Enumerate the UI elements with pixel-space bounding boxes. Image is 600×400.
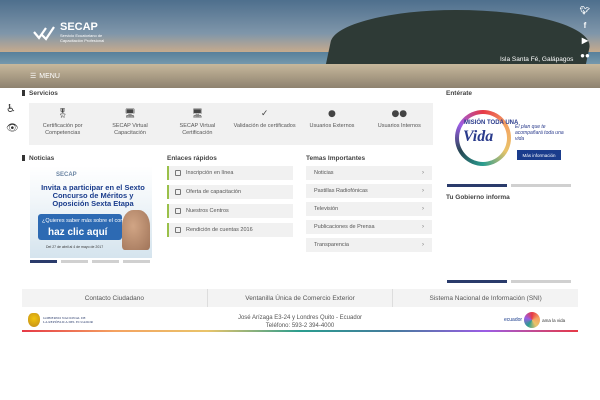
banner-brand: SECAP: [56, 172, 77, 178]
carousel-dot[interactable]: [447, 280, 507, 283]
banner-cta[interactable]: haz clic aquí: [48, 227, 107, 238]
quick-link[interactable]: Oferta de capacitación: [167, 185, 293, 199]
youtube-icon[interactable]: ▶: [582, 36, 588, 45]
service-certificacion[interactable]: 🎖︎ Certificación por Competencias: [29, 103, 96, 145]
service-label: Usuarios Internos: [377, 123, 421, 129]
service-validacion[interactable]: ✓ Validación de certificados: [231, 103, 298, 145]
building-icon: [175, 208, 181, 214]
news-banner[interactable]: SECAP Invita a participar en el Sexto Co…: [30, 166, 152, 258]
quick-link[interactable]: Nuestros Centros: [167, 204, 293, 218]
mision-big-text: Vida: [463, 128, 494, 145]
service-virtual-certificacion[interactable]: 🖥︎ SECAP Virtual Certificación: [164, 103, 231, 145]
social-links: 🐦︎ f ▶ ●●: [575, 6, 595, 60]
facebook-icon[interactable]: f: [584, 21, 587, 30]
topic-item[interactable]: Televisión ›: [306, 202, 432, 216]
carousel-dot[interactable]: [30, 260, 57, 263]
contacto-ciudadano-link[interactable]: Contacto Ciudadano: [22, 289, 208, 307]
quick-link[interactable]: Inscripción en línea: [167, 166, 293, 180]
certificate-icon: 🎖︎: [56, 109, 69, 119]
accessibility-tools: ♿︎ 👁︎: [6, 102, 19, 134]
quick-links-heading: Enlaces rápidos: [167, 155, 217, 162]
brand-name: SECAP: [60, 21, 98, 33]
form-icon: [175, 170, 181, 176]
topics-heading: Temas Importantes: [306, 155, 366, 162]
footer-address: José Arízaga E3-24 y Londres Quito - Ecu…: [237, 315, 363, 329]
carousel-dot[interactable]: [511, 280, 571, 283]
chevron-right-icon: ›: [422, 170, 424, 176]
ecuador-ama-la-vida-logo[interactable]: ecuador ama la vida: [504, 312, 565, 328]
carousel-dot[interactable]: [123, 260, 150, 263]
user-icon: ●: [328, 109, 336, 119]
news-carousel-dots: [30, 260, 150, 263]
sni-link[interactable]: Sistema Nacional de Información (SNI): [393, 289, 578, 307]
services-bar: 🎖︎ Certificación por Competencias 🖥︎ SEC…: [29, 103, 433, 145]
bottom-links-bar: Contacto Ciudadano Ventanilla Única de C…: [22, 289, 578, 307]
services-heading: Servicios: [22, 90, 58, 97]
chevron-right-icon: ›: [422, 188, 424, 194]
service-usuarios-externos[interactable]: ● Usuarios Externos: [298, 103, 365, 145]
service-label: SECAP Virtual Capacitación: [112, 123, 148, 136]
ventanilla-unica-link[interactable]: Ventanilla Única de Comercio Exterior: [208, 289, 394, 307]
chevron-right-icon: ›: [422, 242, 424, 248]
twitter-icon[interactable]: 🐦︎: [580, 6, 590, 15]
service-label: Usuarios Externos: [309, 123, 355, 129]
beach: [0, 64, 600, 88]
news-heading: Noticias: [22, 155, 54, 162]
logo-text: SECAP Servicio Ecuatoriano de Capacitaci…: [60, 21, 105, 44]
mision-vida-banner[interactable]: MISIÓN TODA UNA Vida El plan que te acom…: [447, 104, 571, 180]
service-label: SECAP Virtual Certificación: [179, 123, 216, 136]
service-usuarios-internos[interactable]: ●● Usuarios Internos: [366, 103, 433, 145]
service-label: Certificación por Competencias: [42, 123, 83, 136]
topic-item[interactable]: Publicaciones de Prensa ›: [306, 220, 432, 234]
menu-button[interactable]: ☰ MENU: [30, 72, 60, 81]
users-icon: ●●: [391, 109, 408, 119]
banner-fine-print: Del 27 de abril al 4 de mayo de 2017: [46, 245, 104, 249]
carousel-dot[interactable]: [447, 184, 507, 187]
topic-item[interactable]: Pastillas Radiofónicas ›: [306, 184, 432, 198]
mision-small-text: MISIÓN TODA UNA: [464, 120, 519, 126]
mision-tagline: El plan que te acompañará toda una vida: [515, 124, 564, 142]
flickr-icon[interactable]: ●●: [580, 51, 590, 60]
chevron-right-icon: ›: [422, 206, 424, 212]
hero-banner: SECAP Servicio Ecuatoriano de Capacitaci…: [0, 0, 600, 88]
banner-headline: Invita a participar en el Sexto Concurso…: [41, 183, 145, 208]
topic-item[interactable]: Noticias ›: [306, 166, 432, 180]
service-virtual-capacitacion[interactable]: 🖥︎ SECAP Virtual Capacitación: [96, 103, 163, 145]
enterate-heading: Entérate: [446, 90, 473, 97]
menu-label: MENU: [39, 72, 60, 80]
hamburger-icon: ☰: [30, 73, 37, 80]
eye-icon[interactable]: 👁︎: [6, 123, 19, 134]
service-label: Validación de certificados: [233, 123, 296, 129]
topics-list: Noticias › Pastillas Radiofónicas › Televi…: [306, 166, 432, 252]
hand-image: [122, 210, 150, 250]
secap-logo[interactable]: SECAP Servicio Ecuatoriano de Capacitaci…: [32, 22, 104, 43]
check-icon: ✓: [260, 109, 269, 119]
monitor-icon: 🖥︎: [124, 109, 136, 119]
secap-logo-mark-icon: [33, 25, 55, 41]
accessibility-icon[interactable]: ♿︎: [6, 102, 19, 115]
monitor-icon: 🖥︎: [191, 109, 204, 119]
gobierno-informa-panel: [447, 200, 571, 280]
carousel-dot[interactable]: [511, 184, 571, 187]
report-icon: [175, 227, 181, 233]
mas-informacion-button[interactable]: Más información: [517, 150, 561, 160]
document-icon: [175, 189, 181, 195]
enterate-carousel-dots: [447, 184, 571, 187]
photo-caption: Isla Santa Fé, Galápagos: [500, 56, 574, 63]
gobierno-carousel-dots: [447, 280, 571, 283]
footer-rainbow-stripe: [22, 330, 578, 332]
quick-link[interactable]: Rendición de cuentas 2016: [167, 223, 293, 237]
brand-sub-2: Capacitación Profesional: [60, 38, 105, 43]
quick-links-list: Inscripción en línea Oferta de capacitac…: [167, 166, 293, 237]
ama-la-vida-icon: [524, 312, 541, 328]
chevron-right-icon: ›: [422, 224, 424, 230]
carousel-dot[interactable]: [61, 260, 88, 263]
carousel-dot[interactable]: [92, 260, 119, 263]
topic-item[interactable]: Transparencia ›: [306, 238, 432, 252]
